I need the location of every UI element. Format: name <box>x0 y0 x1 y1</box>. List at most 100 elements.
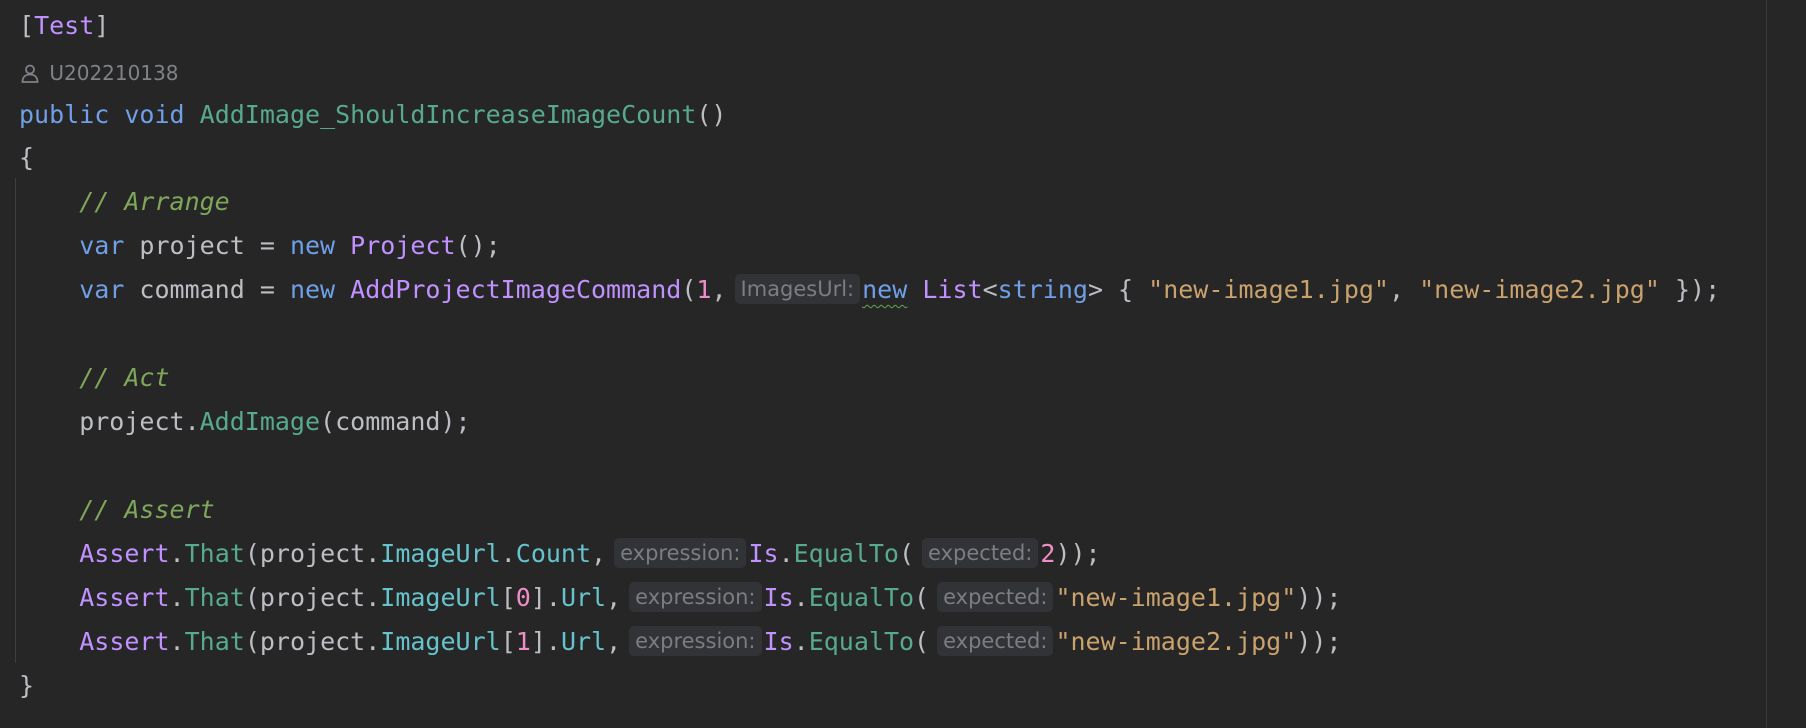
number-literal: 0 <box>515 583 531 612</box>
keyword: new <box>289 231 336 260</box>
function-name: EqualTo <box>793 539 899 568</box>
keyword: new <box>289 275 336 304</box>
function-name: That <box>184 627 245 656</box>
property: ImageUrl <box>380 627 501 656</box>
code-text: . <box>169 539 185 568</box>
parameter-hint: expression: <box>629 626 762 656</box>
parameter-hint: expression: <box>614 538 747 568</box>
parameter-hint: expected: <box>937 626 1054 656</box>
code-text: [ <box>19 11 35 40</box>
code-text: )); <box>1296 627 1342 656</box>
type-name: Test <box>34 11 95 40</box>
parameter-hint: expected: <box>937 582 1054 612</box>
code-text: , <box>606 627 622 656</box>
code-line-add-image-call[interactable]: project.AddImage(command); <box>19 400 471 444</box>
code-line-close-brace[interactable]: } <box>19 664 34 708</box>
type-name: Is <box>763 627 794 656</box>
function-name: EqualTo <box>808 583 915 612</box>
string-literal: "new-image1.jpg" <box>1055 583 1297 612</box>
code-text: . <box>169 627 185 656</box>
author-name: U202210138 <box>49 61 179 85</box>
function-name: AddImage <box>199 407 321 436</box>
code-text: , <box>591 539 607 568</box>
property: ImageUrl <box>380 583 501 612</box>
code-text: ( <box>681 275 697 304</box>
code-text: } <box>19 671 35 700</box>
code-line-assert-count[interactable]: Assert.That(project.ImageUrl.Count, expre… <box>19 532 1101 576</box>
code-line-var-command[interactable]: var command = new AddProjectImageCommand… <box>19 268 1720 312</box>
code-text: { <box>19 143 35 172</box>
code-line-method-signature[interactable]: public void AddImage_ShouldIncreaseImage… <box>19 93 726 137</box>
code-line-attribute[interactable]: [Test] <box>19 4 109 48</box>
user-icon <box>19 58 41 83</box>
code-text: }); <box>1659 275 1721 304</box>
code-text: project = <box>124 231 290 260</box>
code-text: (command); <box>320 407 471 436</box>
code-text: () <box>696 100 727 129</box>
property: Url <box>560 627 607 656</box>
code-line-assert-url-1[interactable]: Assert.That(project.ImageUrl[1].Url, expr… <box>19 620 1341 664</box>
indent-guide <box>15 178 16 663</box>
type-name: Assert <box>79 539 170 568</box>
code-text: [ <box>500 627 516 656</box>
code-text: < <box>982 275 998 304</box>
code-line-comment-act[interactable]: // Act <box>19 356 170 400</box>
code-text: . <box>778 539 794 568</box>
string-literal: "new-image2.jpg" <box>1055 627 1297 656</box>
type-name: List <box>922 275 983 304</box>
type-name: Assert <box>79 583 170 612</box>
code-text: . <box>169 583 185 612</box>
code-text: project. <box>19 407 200 436</box>
code-text: )); <box>1296 583 1342 612</box>
comment: // Act <box>79 363 170 392</box>
code-line-open-brace[interactable]: { <box>19 136 34 180</box>
number-literal: 1 <box>515 627 531 656</box>
type-name: Project <box>350 231 456 260</box>
code-text: (); <box>455 231 501 260</box>
code-line-comment-arrange[interactable]: // Arrange <box>19 180 230 224</box>
code-text: [ <box>500 583 516 612</box>
property: Url <box>560 583 607 612</box>
code-text: ( <box>914 627 930 656</box>
code-text: > { <box>1087 275 1149 304</box>
code-text: (project. <box>244 627 381 656</box>
code-text: , <box>711 275 727 304</box>
code-text: (project. <box>244 583 381 612</box>
code-text: . <box>500 539 516 568</box>
code-text: , <box>606 583 622 612</box>
keyword: var <box>79 275 125 304</box>
keyword: void <box>124 100 185 129</box>
type-name: Assert <box>79 627 170 656</box>
type-name: Is <box>763 583 794 612</box>
function-name: AddImage_ShouldIncreaseImageCount <box>199 100 697 129</box>
code-text: . <box>793 627 809 656</box>
property: ImageUrl <box>380 539 501 568</box>
code-text: )); <box>1055 539 1101 568</box>
function-name: EqualTo <box>808 627 915 656</box>
code-text: ]. <box>530 583 561 612</box>
code-line-assert-url-0[interactable]: Assert.That(project.ImageUrl[0].Url, expr… <box>19 576 1341 620</box>
string-literal: "new-image1.jpg" <box>1148 275 1389 304</box>
code-text: command = <box>124 275 290 304</box>
code-text: , <box>1388 275 1420 304</box>
function-name: That <box>184 539 245 568</box>
string-literal: "new-image2.jpg" <box>1419 275 1660 304</box>
code-line-var-project[interactable]: var project = new Project(); <box>19 224 501 268</box>
property: Count <box>515 539 592 568</box>
code-line-comment-assert[interactable]: // Assert <box>19 488 214 532</box>
type-name: AddProjectImageCommand <box>350 275 682 304</box>
code-text: ( <box>898 539 915 568</box>
code-editor[interactable]: [Test] U202210138 public void AddImage_S… <box>0 0 1806 728</box>
code-vision-author[interactable]: U202210138 <box>19 54 179 92</box>
